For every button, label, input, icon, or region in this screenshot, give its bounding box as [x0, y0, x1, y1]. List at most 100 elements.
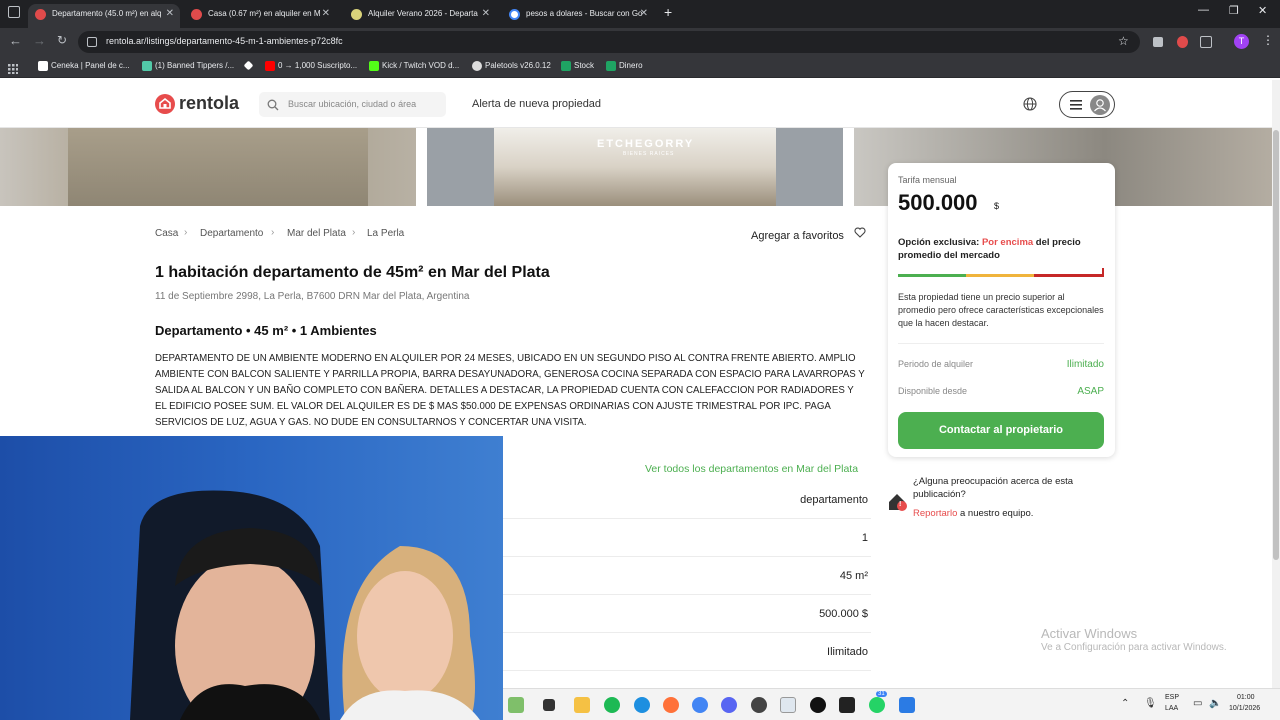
rentola-logo-text[interactable]: rentola: [179, 93, 239, 114]
task-view-icon[interactable]: [543, 699, 555, 711]
tab-rentola-casa[interactable]: Casa (0.67 m²) en alquiler en M ✕: [184, 4, 336, 28]
apps-grid-icon[interactable]: [8, 61, 18, 74]
bookmark-banned-tippers[interactable]: (1) Banned Tippers /...: [142, 61, 234, 71]
table-row: 500.000 $: [503, 595, 871, 633]
bookmark-stock[interactable]: Stock: [561, 61, 594, 71]
tab-google-search[interactable]: pesos a dolares - Buscar con Go ✕: [502, 4, 654, 28]
close-tab-icon[interactable]: ✕: [322, 4, 330, 24]
rentola-logo-icon[interactable]: [155, 94, 175, 114]
photo-watermark: ETCHEGORRY: [597, 138, 695, 150]
kick-icon: [369, 61, 379, 71]
extension-icon[interactable]: [1153, 37, 1163, 47]
app-window-icon[interactable]: [780, 697, 796, 713]
browser-toolbar: ← → ↻ rentola.ar/listings/departamento-4…: [0, 28, 1280, 56]
scrollbar-thumb[interactable]: [1273, 130, 1279, 560]
tab-search-icon[interactable]: [8, 6, 20, 18]
firefox-icon[interactable]: [663, 697, 679, 713]
network-icon[interactable]: ▭: [1193, 698, 1202, 709]
address-bar[interactable]: rentola.ar/listings/departamento-45-m-1-…: [78, 31, 1140, 53]
file-explorer-icon[interactable]: [574, 697, 590, 713]
keyboard-language-top[interactable]: ESP: [1165, 694, 1179, 701]
price-option-text: Opción exclusiva: Por encima del precio …: [898, 236, 1098, 262]
minimize-icon[interactable]: —: [1198, 4, 1209, 16]
close-tab-icon[interactable]: ✕: [482, 4, 490, 24]
user-menu-button[interactable]: [1059, 91, 1115, 118]
bookmark-youtube[interactable]: 0 → 1,000 Suscripto...: [265, 61, 357, 71]
report-line: Reportarlo a nuestro equipo.: [913, 508, 1033, 519]
windows-taskbar: 31 ⌃ 🎙 ESP LAA ▭ 🔈 01:00 10/1/2026: [503, 688, 1280, 720]
report-badge: !: [899, 501, 902, 508]
close-tab-icon[interactable]: ✕: [640, 4, 648, 24]
microphone-icon[interactable]: 🎙: [1144, 698, 1157, 709]
bookmark-kick-twitch[interactable]: Kick / Twitch VOD d...: [369, 61, 460, 71]
edge-icon[interactable]: [634, 697, 650, 713]
listing-photo-1[interactable]: [0, 128, 416, 206]
contact-owner-button[interactable]: Contactar al propietario: [898, 412, 1104, 449]
tab-title: Alquiler Verano 2026 - Departa: [368, 9, 478, 18]
app-blue-icon[interactable]: [899, 697, 915, 713]
tab-alquiler-verano[interactable]: Alquiler Verano 2026 - Departa ✕: [344, 4, 496, 28]
paletools-icon: [472, 61, 482, 71]
profile-avatar[interactable]: T: [1234, 34, 1249, 49]
add-to-favorites-button[interactable]: Agregar a favoritos: [751, 226, 866, 244]
chevron-up-icon[interactable]: ⌃: [1121, 698, 1129, 709]
divider: [898, 343, 1104, 344]
site-header: rentola Buscar ubicación, ciudad o área …: [0, 80, 1272, 128]
google-favicon-icon: [509, 9, 520, 20]
search-input[interactable]: Buscar ubicación, ciudad o área: [259, 92, 446, 117]
listing-address: 11 de Septiembre 2998, La Perla, B7600 D…: [155, 291, 470, 302]
heart-icon: [854, 227, 866, 238]
see-all-apartments-link[interactable]: Ver todos los departamentos en Mar del P…: [645, 463, 858, 475]
bookmark-ceneka[interactable]: Ceneka | Panel de c...: [38, 61, 130, 71]
new-tab-button[interactable]: +: [664, 4, 672, 20]
photo-floor: [68, 128, 368, 206]
reload-icon[interactable]: ↻: [57, 33, 67, 47]
extensions-puzzle-icon[interactable]: [1200, 36, 1212, 48]
tab-title: Departamento (45.0 m²) en alq: [52, 9, 162, 18]
globe-icon[interactable]: [1023, 97, 1037, 111]
tab-rentola-departamento[interactable]: Departamento (45.0 m²) en alq ✕: [28, 4, 180, 28]
breadcrumb-la-perla[interactable]: La Perla: [367, 228, 404, 239]
bookmark-label: Kick / Twitch VOD d...: [382, 61, 460, 70]
clock-time[interactable]: 01:00: [1237, 694, 1255, 701]
bookmark-paletools[interactable]: Paletools v26.0.12: [472, 61, 551, 71]
extension-red-icon[interactable]: [1177, 36, 1188, 48]
browser-menu-icon[interactable]: ⋮: [1262, 33, 1274, 47]
keyboard-language-bottom[interactable]: LAA: [1165, 705, 1178, 712]
breadcrumb-departamento[interactable]: Departamento: [200, 228, 263, 239]
bookmark-dinero[interactable]: Dinero: [606, 61, 643, 71]
hamburger-menu-icon: [1070, 100, 1082, 110]
spotify-icon[interactable]: [604, 697, 620, 713]
listing-photo-2[interactable]: ETCHEGORRY BIENES RAICES: [427, 128, 843, 206]
clock-date[interactable]: 10/1/2026: [1229, 705, 1260, 712]
report-link[interactable]: Reportarlo: [913, 508, 957, 519]
sheets-icon: [561, 61, 571, 71]
whatsapp-icon[interactable]: [869, 697, 885, 713]
page-scrollbar[interactable]: [1272, 80, 1280, 688]
site-info-icon[interactable]: [87, 37, 97, 47]
restore-icon[interactable]: ❐: [1229, 4, 1239, 17]
widgets-icon[interactable]: [508, 697, 524, 713]
breadcrumb-mar-del-plata[interactable]: Mar del Plata: [287, 228, 346, 239]
obs-icon[interactable]: [751, 697, 767, 713]
capcut-icon[interactable]: [839, 697, 855, 713]
browser-tab-strip: Departamento (45.0 m²) en alq ✕ Casa (0.…: [0, 0, 1280, 28]
chrome-icon[interactable]: [692, 697, 708, 713]
search-placeholder: Buscar ubicación, ciudad o área: [288, 99, 417, 109]
bookmark-label: Paletools v26.0.12: [485, 61, 551, 70]
bookmark-star-icon[interactable]: ☆: [1118, 34, 1129, 48]
listing-description: DEPARTAMENTO DE UN AMBIENTE MODERNO EN A…: [155, 353, 865, 428]
new-property-alert-link[interactable]: Alerta de nueva propiedad: [472, 98, 601, 110]
discord-icon[interactable]: [721, 697, 737, 713]
rental-period-value: Ilimitado: [1066, 359, 1104, 370]
report-suffix: a nuestro equipo.: [957, 508, 1034, 519]
url-text: rentola.ar/listings/departamento-45-m-1-…: [106, 36, 343, 46]
table-row: departamento: [503, 481, 871, 519]
forward-arrow-icon[interactable]: →: [33, 33, 46, 48]
volume-icon[interactable]: 🔈: [1209, 698, 1221, 709]
close-tab-icon[interactable]: ✕: [166, 4, 174, 24]
close-window-icon[interactable]: ✕: [1258, 4, 1267, 17]
back-arrow-icon[interactable]: ←: [9, 33, 22, 48]
breadcrumb-casa[interactable]: Casa: [155, 228, 178, 239]
tiktok-icon[interactable]: [810, 697, 826, 713]
